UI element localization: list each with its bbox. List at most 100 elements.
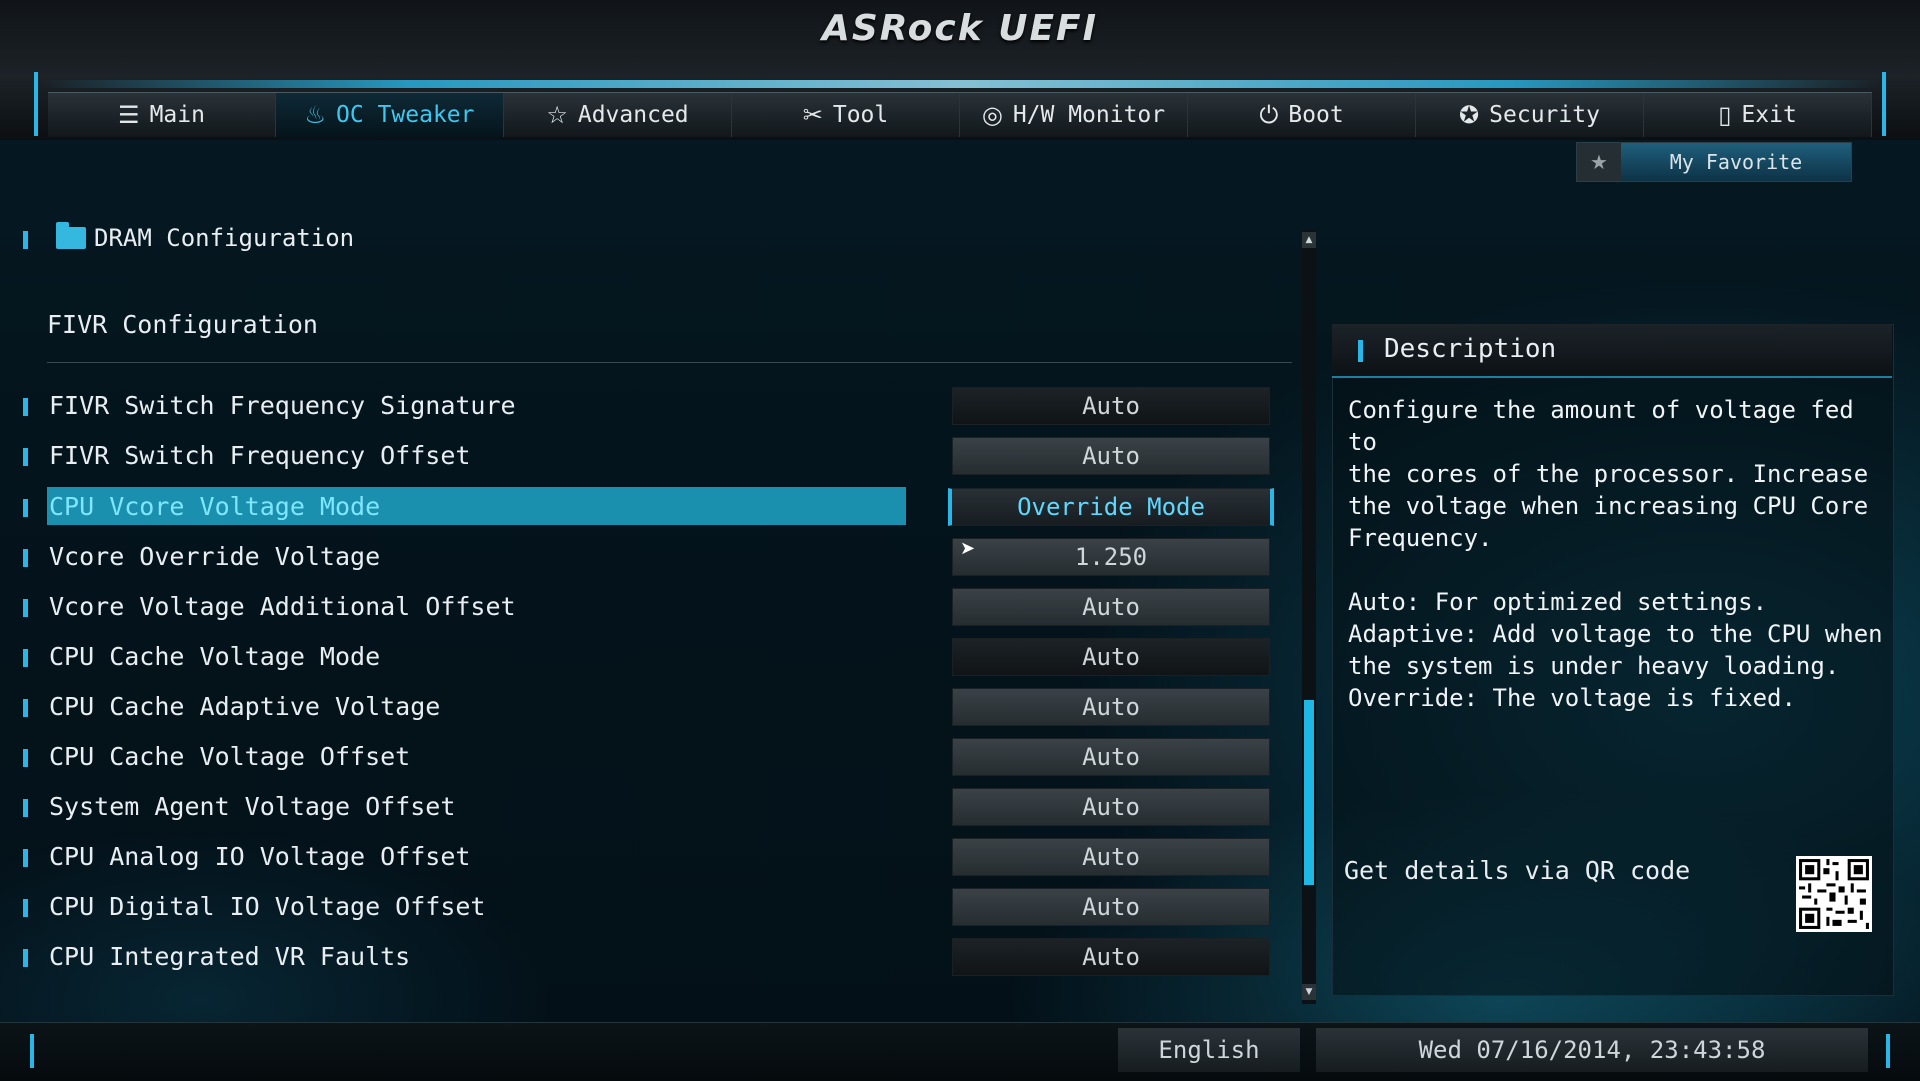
- description-title: Description: [1384, 334, 1557, 364]
- scroll-up-arrow-icon[interactable]: ▲: [1302, 232, 1316, 248]
- tab-label: Exit: [1741, 102, 1797, 128]
- breadcrumb-label: DRAM Configuration: [94, 224, 355, 252]
- tab-label: Advanced: [577, 102, 689, 128]
- tab-label: OC Tweaker: [336, 102, 475, 128]
- setting-row-selected[interactable]: CPU Vcore Voltage Mode Override Mode: [0, 486, 1300, 530]
- row-marker: [23, 749, 28, 767]
- list-icon: ☰: [118, 101, 140, 129]
- section-title: FIVR Configuration: [47, 310, 318, 339]
- folder-icon: [56, 222, 86, 249]
- setting-label: Vcore Override Voltage: [49, 542, 381, 571]
- tab-main[interactable]: ☰ Main: [48, 93, 276, 137]
- row-marker: [23, 448, 28, 466]
- tab-label: Security: [1489, 102, 1600, 128]
- scroll-down-arrow-icon[interactable]: ▼: [1302, 984, 1316, 1000]
- row-marker: [23, 899, 28, 917]
- setting-row[interactable]: CPU Cache Voltage Offset Auto: [0, 736, 1300, 780]
- left-accent-bar: [34, 72, 38, 136]
- footer-right-accent: [1886, 1034, 1890, 1068]
- row-marker: [23, 499, 28, 517]
- tab-label: Main: [149, 102, 205, 128]
- language-selector[interactable]: English: [1118, 1028, 1300, 1072]
- setting-label: CPU Analog IO Voltage Offset: [49, 842, 471, 871]
- row-marker: [23, 649, 28, 667]
- setting-label: FIVR Switch Frequency Signature: [49, 391, 516, 420]
- description-header: Description: [1332, 324, 1892, 378]
- setting-row[interactable]: Vcore Override Voltage 1.250: [0, 536, 1300, 580]
- setting-row[interactable]: CPU Cache Adaptive Voltage Auto: [0, 686, 1300, 730]
- breadcrumb-marker: [23, 231, 28, 249]
- scrollbar-track[interactable]: [1302, 230, 1316, 1004]
- setting-value[interactable]: 1.250: [952, 538, 1270, 576]
- mouse-cursor-icon: ➤: [960, 538, 976, 559]
- setting-value[interactable]: Override Mode: [948, 488, 1274, 526]
- setting-row[interactable]: CPU Cache Voltage Mode Auto: [0, 636, 1300, 680]
- setting-row[interactable]: CPU Digital IO Voltage Offset Auto: [0, 886, 1300, 930]
- setting-value[interactable]: Auto: [952, 888, 1270, 926]
- tab-exit[interactable]: ▯ Exit: [1644, 93, 1872, 137]
- row-marker: [23, 549, 28, 567]
- qr-code-label: Get details via QR code: [1344, 856, 1691, 885]
- main-nav: ☰ Main ♨ OC Tweaker ☆ Advanced ✂ Tool ◎ H/W M…: [48, 92, 1872, 137]
- description-body: Configure the amount of voltage fed to t…: [1348, 394, 1888, 746]
- setting-label: CPU Integrated VR Faults: [49, 942, 411, 971]
- setting-value[interactable]: Auto: [952, 588, 1270, 626]
- tab-label: Boot: [1288, 102, 1344, 128]
- shield-icon: ✪: [1459, 101, 1480, 129]
- setting-label: CPU Cache Adaptive Voltage: [49, 692, 441, 721]
- setting-value[interactable]: Auto: [952, 638, 1270, 676]
- tab-security[interactable]: ✪ Security: [1416, 93, 1644, 137]
- my-favorite-button[interactable]: ★ My Favorite: [1576, 142, 1852, 182]
- setting-label: CPU Digital IO Voltage Offset: [49, 892, 486, 921]
- setting-value[interactable]: Auto: [952, 688, 1270, 726]
- setting-label: CPU Cache Voltage Mode: [49, 642, 381, 671]
- tab-hw-monitor[interactable]: ◎ H/W Monitor: [960, 93, 1188, 137]
- setting-value[interactable]: Auto: [952, 387, 1270, 425]
- setting-label: CPU Cache Voltage Offset: [49, 742, 411, 771]
- flame-icon: ♨: [304, 101, 327, 129]
- tools-icon: ✂: [802, 101, 823, 129]
- row-marker: [23, 799, 28, 817]
- setting-value[interactable]: Auto: [952, 938, 1270, 976]
- exit-door-icon: ▯: [1718, 101, 1732, 129]
- power-icon: ⏻: [1259, 101, 1279, 129]
- setting-row[interactable]: FIVR Switch Frequency Signature Auto: [0, 385, 1300, 429]
- star-icon: ☆: [546, 101, 568, 129]
- description-marker: [1358, 340, 1363, 362]
- tab-tool[interactable]: ✂ Tool: [732, 93, 960, 137]
- setting-row[interactable]: FIVR Switch Frequency Offset Auto: [0, 435, 1300, 479]
- row-marker: [23, 849, 28, 867]
- setting-row[interactable]: Vcore Voltage Additional Offset Auto: [0, 586, 1300, 630]
- description-options-text: Auto: For optimized settings. Adaptive: …: [1348, 588, 1883, 712]
- setting-row[interactable]: CPU Integrated VR Faults Auto: [0, 936, 1300, 980]
- tab-advanced[interactable]: ☆ Advanced: [504, 93, 732, 137]
- row-marker: [23, 398, 28, 416]
- my-favorite-label: My Favorite: [1621, 143, 1851, 181]
- row-marker: [23, 949, 28, 967]
- tab-boot[interactable]: ⏻ Boot: [1188, 93, 1416, 137]
- setting-label: Vcore Voltage Additional Offset: [49, 592, 516, 621]
- setting-value[interactable]: Auto: [952, 788, 1270, 826]
- monitor-icon: ◎: [981, 101, 1003, 129]
- scrollbar-thumb[interactable]: [1304, 700, 1314, 885]
- setting-label: CPU Vcore Voltage Mode: [49, 492, 381, 521]
- asrock-uefi-logo: ASRock UEFI: [821, 8, 1099, 49]
- row-marker: [23, 599, 28, 617]
- description-text: Configure the amount of voltage fed to t…: [1348, 396, 1869, 552]
- setting-value[interactable]: Auto: [952, 437, 1270, 475]
- breadcrumb[interactable]: DRAM Configuration: [56, 222, 354, 254]
- tab-label: H/W Monitor: [1012, 102, 1166, 128]
- setting-value[interactable]: Auto: [952, 738, 1270, 776]
- setting-label: System Agent Voltage Offset: [49, 792, 456, 821]
- tab-oc-tweaker[interactable]: ♨ OC Tweaker: [276, 93, 504, 137]
- setting-label: FIVR Switch Frequency Offset: [49, 441, 471, 470]
- setting-row[interactable]: CPU Analog IO Voltage Offset Auto: [0, 836, 1300, 880]
- header-glow: [40, 80, 1880, 88]
- setting-value[interactable]: Auto: [952, 838, 1270, 876]
- setting-row[interactable]: System Agent Voltage Offset Auto: [0, 786, 1300, 830]
- qr-code-icon: [1796, 856, 1872, 932]
- row-marker: [23, 699, 28, 717]
- right-accent-bar: [1882, 72, 1886, 136]
- tab-label: Tool: [832, 102, 889, 128]
- footer-left-accent: [30, 1034, 34, 1068]
